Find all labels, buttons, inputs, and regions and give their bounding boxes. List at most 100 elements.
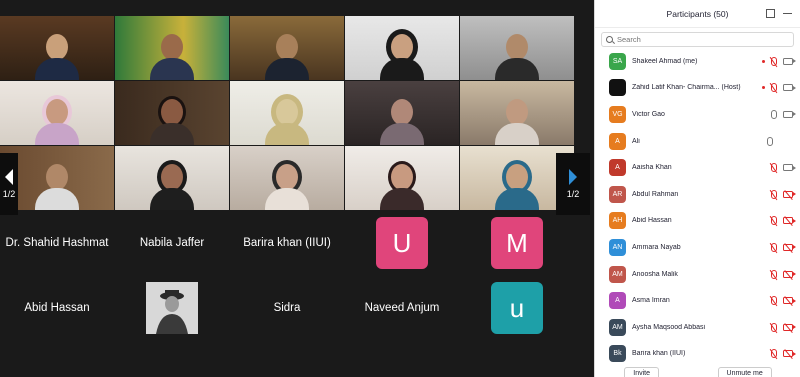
participant-avatar: AM (609, 265, 626, 283)
video-off-icon (783, 217, 796, 225)
mic-muted-icon (771, 83, 777, 93)
invite-button[interactable]: Invite (624, 367, 659, 377)
participant-row[interactable]: AN Ammara Nayab (595, 234, 800, 261)
mic-muted-icon (771, 296, 777, 306)
next-page-button[interactable]: 1/2 (556, 153, 590, 215)
mic-muted-icon (771, 242, 777, 252)
participant-avatar-tile[interactable] (115, 276, 229, 340)
participant-row[interactable]: A Aaisha Khan (595, 154, 800, 181)
participant-row[interactable]: Zahid Latif Khan- Chairma... (Host) (595, 75, 800, 102)
participant-name: Barira khan (IIUI) (632, 350, 686, 358)
participant-name-tile[interactable]: Dr. Shahid Hashmat (0, 211, 114, 275)
previous-page-button[interactable]: 1/2 (0, 153, 18, 215)
participant-avatar: AR (609, 185, 626, 203)
participant-row[interactable]: A Asma Imran (595, 287, 800, 314)
panel-title: Participants (50) (666, 8, 729, 19)
video-tile[interactable] (230, 16, 344, 80)
participant-name: Shakeel Ahmad (me) (632, 57, 698, 65)
participant-name: Aaisha Khan (632, 164, 672, 172)
video-tile[interactable] (115, 81, 229, 145)
participant-name: Aysha Maqsood Abbasi (632, 323, 706, 331)
participant-avatar: SA (609, 52, 626, 70)
letter-avatar: M (491, 217, 543, 269)
search-box[interactable] (601, 32, 794, 47)
participant-name: Sidra (273, 302, 301, 314)
mic-muted-icon (771, 269, 777, 279)
participant-row[interactable]: AH Abid Hassan (595, 208, 800, 235)
participant-name-tile[interactable]: Abid Hassan (0, 276, 114, 340)
video-off-icon (783, 190, 796, 198)
participant-name: Dr. Shahid Hashmat (5, 237, 109, 249)
pop-out-icon[interactable] (766, 9, 775, 18)
participant-name: Zahid Latif Khan- Chairma... (Host) (632, 84, 741, 92)
video-icon (783, 84, 796, 92)
mic-muted-icon (771, 189, 777, 199)
participants-panel: Participants (50) SA Shakeel Ahmad (me) Za… (594, 0, 800, 377)
video-tile[interactable] (460, 16, 574, 80)
participant-row[interactable]: AM Anoosha Malik (595, 261, 800, 288)
participant-row[interactable]: Bk Barira khan (IIUI) (595, 341, 800, 368)
zoom-meeting-window: Dr. Shahid Hashmat Nabila Jaffer Barira … (0, 0, 800, 377)
video-icon (783, 57, 796, 65)
page-indicator: 1/2 (566, 189, 580, 199)
video-tile[interactable] (345, 81, 459, 145)
participant-name: Asma Imran (632, 297, 670, 305)
participant-avatar: AH (609, 212, 626, 230)
participant-avatar-tile[interactable]: M (460, 211, 574, 275)
participant-name-tile[interactable]: Barira khan (IIUI) (230, 211, 344, 275)
mic-icon (771, 109, 777, 119)
participant-row[interactable]: SA Shakeel Ahmad (me) (595, 48, 800, 75)
participant-name-tile[interactable]: Sidra (230, 276, 344, 340)
participant-name: Abdul Rahman (632, 190, 679, 198)
participant-name: Nabila Jaffer (139, 237, 205, 249)
video-icon (783, 164, 796, 172)
participant-avatar: A (609, 132, 626, 150)
minimize-icon[interactable] (783, 13, 792, 14)
mic-muted-icon (771, 349, 777, 359)
video-off-icon (783, 297, 796, 305)
search-input[interactable] (617, 35, 787, 44)
video-tile[interactable] (345, 146, 459, 210)
mic-icon (767, 136, 773, 146)
participant-avatar-tile[interactable]: U (345, 211, 459, 275)
mic-muted-icon (771, 163, 777, 173)
participant-avatar: AN (609, 238, 626, 256)
participant-row[interactable]: VG Victor Gao (595, 101, 800, 128)
chevron-left-icon (5, 169, 13, 185)
participant-name: Ammara Nayab (632, 243, 681, 251)
participant-name-tile[interactable]: Nabila Jaffer (115, 211, 229, 275)
participant-row[interactable]: AR Abdul Rahman (595, 181, 800, 208)
video-tile[interactable] (460, 81, 574, 145)
video-off-icon (783, 350, 796, 358)
video-tile[interactable] (345, 16, 459, 80)
participant-name: Abid Hassan (632, 217, 672, 225)
participant-avatar: A (609, 292, 626, 310)
video-tile[interactable] (230, 146, 344, 210)
participant-list: SA Shakeel Ahmad (me) Zahid Latif Khan- Ch… (595, 48, 800, 367)
participant-row[interactable]: AM Aysha Maqsood Abbasi (595, 314, 800, 341)
participant-name: Victor Gao (632, 110, 665, 118)
video-tile[interactable] (230, 81, 344, 145)
video-off-icon (783, 243, 796, 251)
video-tile[interactable] (115, 146, 229, 210)
video-tile[interactable] (115, 16, 229, 80)
participant-name: Abid Hassan (24, 302, 90, 314)
participant-avatar: A (609, 159, 626, 177)
mic-muted-icon (771, 322, 777, 332)
video-tile-active-speaker[interactable] (0, 16, 114, 80)
panel-footer: Invite Unmute me (595, 365, 800, 377)
video-off-icon (783, 323, 796, 331)
letter-avatar: U (376, 217, 428, 269)
recording-icon (762, 59, 765, 63)
panel-header: Participants (50) (595, 0, 800, 28)
participant-name-tile[interactable]: Naveed Anjum (345, 276, 459, 340)
gallery-view: Dr. Shahid Hashmat Nabila Jaffer Barira … (0, 0, 594, 377)
participant-avatar-tile[interactable]: u (460, 276, 574, 340)
participant-avatar (609, 79, 626, 97)
search-icon (606, 36, 613, 43)
video-tile[interactable] (0, 81, 114, 145)
participant-row[interactable]: A Ali (595, 128, 800, 155)
mic-muted-icon (771, 56, 777, 66)
unmute-me-button[interactable]: Unmute me (717, 367, 772, 377)
participant-name: Anoosha Malik (632, 270, 678, 278)
